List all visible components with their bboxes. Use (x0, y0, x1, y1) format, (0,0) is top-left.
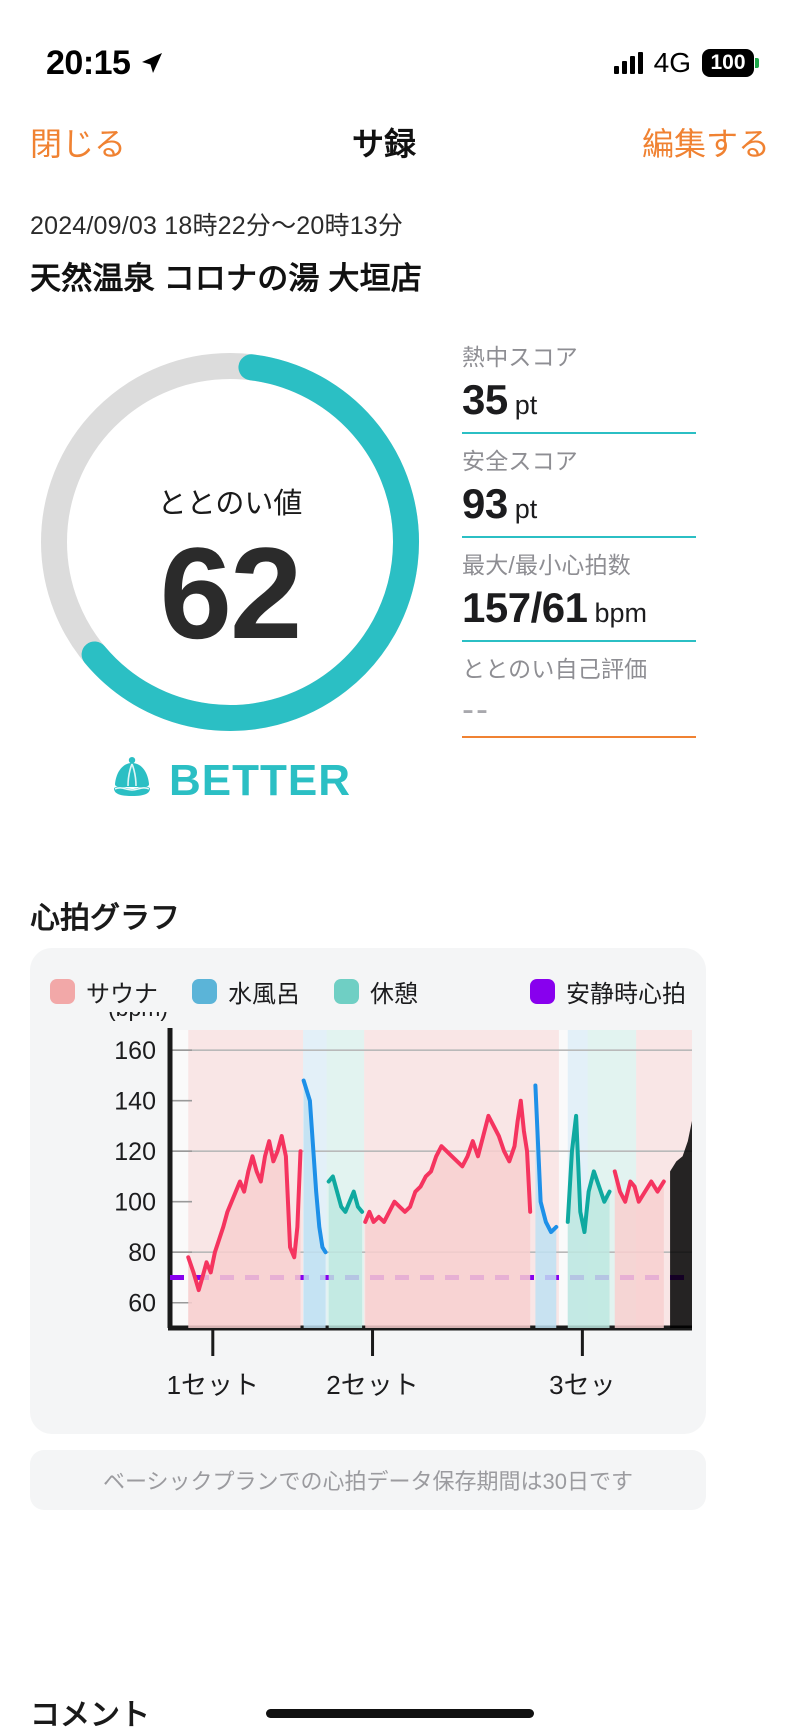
stats-list: 熱中スコア 35 pt 安全スコア 93 pt 最大/最小心拍数 157/61 (462, 338, 696, 746)
stat-unit: pt (514, 390, 538, 420)
session-place: 天然温泉 コロナの湯 大垣店 (30, 261, 423, 296)
network-label: 4G (653, 47, 691, 78)
svg-text:1セット: 1セット (167, 1370, 259, 1400)
svg-text:(bpm): (bpm) (108, 1012, 168, 1021)
edit-button[interactable]: 編集する (642, 119, 770, 165)
status-time: 20:15 (46, 43, 131, 82)
svg-text:3セッ: 3セッ (549, 1370, 615, 1400)
app-screen: 20:15 4G 100 閉じる サ録 編集する 2024/09/03 18時2… (0, 0, 800, 1732)
verdict-label: BETTER (169, 755, 351, 805)
comment-title: コメント (30, 1699, 150, 1732)
legend-item-rest: 休憩 (334, 974, 418, 1009)
stat-value: -- (462, 688, 490, 729)
stat-value: 35 (462, 376, 508, 423)
sauna-hat-icon (109, 755, 155, 806)
stat-unit: pt (514, 494, 538, 524)
legend-swatch (192, 979, 217, 1004)
stat-value: 157/61 (462, 584, 588, 631)
stat-value: 93 (462, 480, 508, 527)
close-button[interactable]: 閉じる (30, 119, 126, 165)
svg-text:140: 140 (114, 1088, 156, 1116)
totonoi-gauge: ととのい値 62 (28, 340, 432, 744)
navigation-bar: 閉じる サ録 編集する (0, 104, 800, 180)
stat-underline (462, 736, 696, 738)
heart-rate-title: 心拍グラフ (30, 902, 180, 935)
svg-text:80: 80 (128, 1239, 156, 1267)
stat-unit: bpm (594, 598, 647, 628)
legend-item-cold-bath: 水風呂 (192, 974, 300, 1009)
svg-text:160: 160 (114, 1037, 156, 1065)
stat-label: ととのい自己評価 (462, 656, 648, 682)
stat-self-rating[interactable]: ととのい自己評価 -- (462, 650, 696, 738)
stat-max-min-hr: 最大/最小心拍数 157/61 bpm (462, 546, 696, 642)
gauge-label: ととのい値 (157, 488, 303, 520)
session-datetime: 2024/09/03 18時22分〜20時13分 (30, 212, 404, 240)
legend-label: サウナ (86, 981, 158, 1008)
legend-label: 水風呂 (228, 981, 300, 1008)
svg-text:60: 60 (128, 1290, 156, 1318)
stat-label: 熱中スコア (462, 344, 578, 370)
stat-value-row: 93 pt (462, 480, 696, 536)
legend-swatch (50, 979, 75, 1004)
heart-rate-chart: 60 80 100 120 140 160 (bpm) 1セット 2セット 3セッ (30, 1012, 706, 1412)
stat-value-row: 35 pt (462, 376, 696, 432)
cellular-bars-icon (613, 52, 643, 74)
home-indicator (266, 1709, 534, 1718)
plan-notice: ベーシックプランでの心拍データ保存期間は30日です (30, 1450, 706, 1510)
plan-notice-text: ベーシックプランでの心拍データ保存期間は30日です (102, 1469, 634, 1494)
stat-underline (462, 640, 696, 642)
stat-safety-score: 安全スコア 93 pt (462, 442, 696, 538)
gauge-value: 62 (159, 520, 303, 666)
status-bar: 20:15 4G 100 (0, 0, 800, 100)
svg-text:100: 100 (114, 1189, 156, 1217)
stat-underline (462, 536, 696, 538)
svg-text:2セット: 2セット (326, 1370, 418, 1400)
page-title: サ録 (351, 126, 416, 162)
legend-label: 休憩 (370, 981, 418, 1008)
stat-label: 最大/最小心拍数 (462, 552, 631, 578)
stat-underline (462, 432, 696, 434)
verdict-row: BETTER (28, 755, 432, 806)
location-arrow-icon (140, 51, 164, 75)
stat-value-row: 157/61 bpm (462, 584, 696, 640)
legend-label: 安静時心拍 (566, 981, 686, 1008)
legend-item-resting-hr: 安静時心拍 (530, 974, 686, 1009)
legend-swatch (334, 979, 359, 1004)
svg-text:120: 120 (114, 1138, 156, 1166)
legend-item-sauna: サウナ (50, 974, 158, 1009)
heart-rate-card: サウナ 水風呂 休憩 安静時心拍 60 80 100 120 140 160 (bpm) 1セ… (30, 948, 706, 1434)
legend-swatch (530, 979, 555, 1004)
status-bar-left: 20:15 (46, 44, 164, 83)
stat-label: 安全スコア (462, 448, 578, 474)
battery-indicator: 100 (702, 49, 759, 77)
status-bar-right: 4G 100 (613, 47, 759, 79)
stat-heat-score: 熱中スコア 35 pt (462, 338, 696, 434)
chart-legend: サウナ 水風呂 休憩 安静時心拍 (50, 974, 686, 1009)
summary-section: ととのい値 62 BETTER 熱中スコア 35 pt 安全スコア 93 pt … (0, 330, 800, 870)
